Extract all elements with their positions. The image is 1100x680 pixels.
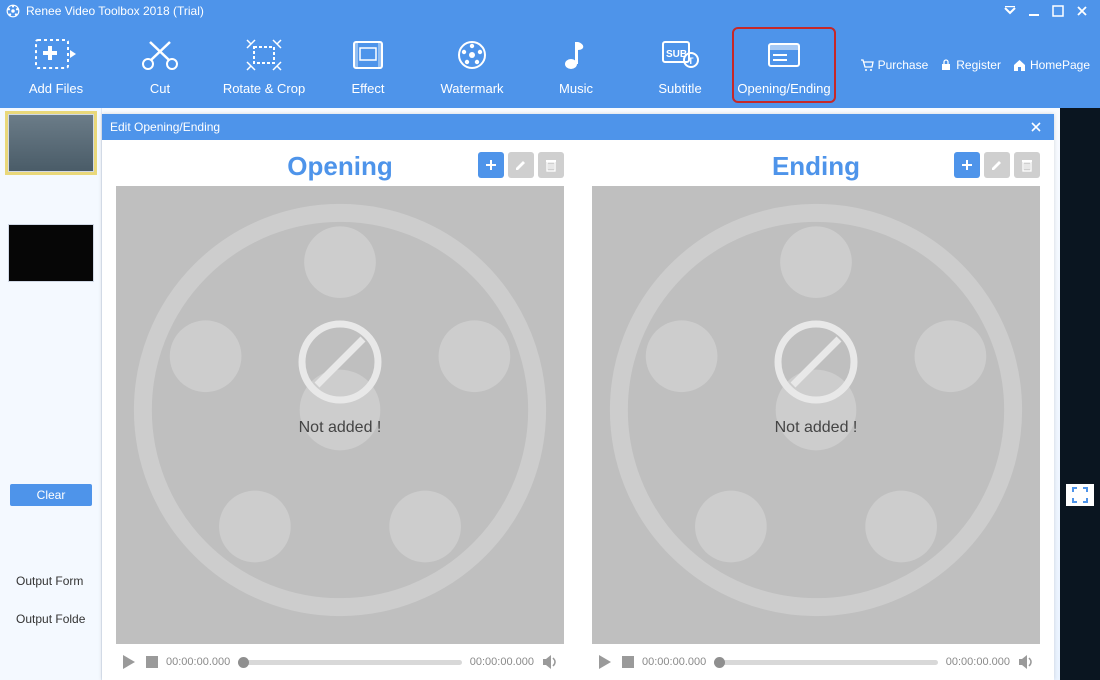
opening-ending-label: Opening/Ending — [737, 81, 830, 96]
opening-play-button[interactable] — [120, 653, 138, 671]
output-folder-label: Output Folde — [16, 612, 85, 626]
workspace: Clear Output Form Output Folde Edit Open… — [0, 108, 1100, 680]
modal-title: Edit Opening/Ending — [110, 120, 220, 134]
clear-button[interactable]: Clear — [10, 484, 92, 506]
opening-delete-button[interactable] — [538, 152, 564, 178]
clip-list-panel: Clear Output Form Output Folde — [0, 108, 102, 680]
add-files-label: Add Files — [29, 81, 83, 96]
maximize-button[interactable] — [1046, 0, 1070, 22]
purchase-link[interactable]: Purchase — [860, 58, 929, 72]
ending-stop-button[interactable] — [622, 656, 634, 668]
effect-label: Effect — [351, 81, 384, 96]
cart-icon — [860, 59, 874, 71]
subtitle-icon: SUBT — [661, 35, 699, 75]
modal-close-button[interactable] — [1026, 121, 1046, 133]
app-logo-icon — [6, 4, 20, 18]
opening-placeholder: Not added ! — [299, 419, 382, 437]
register-link[interactable]: Register — [940, 58, 1001, 72]
output-labels: Output Form Output Folde — [16, 574, 85, 650]
ending-placeholder: Not added ! — [775, 419, 858, 437]
rotate-crop-label: Rotate & Crop — [223, 81, 305, 96]
main-toolbar: Add Files Cut Rotate & Crop Effect Water… — [0, 22, 1100, 108]
titlebar: Renee Video Toolbox 2018 (Trial) — [0, 0, 1100, 22]
modal-body: Opening Not added ! — [102, 140, 1054, 680]
opening-time-end: 00:00:00.000 — [470, 656, 534, 668]
music-button[interactable]: Music — [524, 27, 628, 103]
clear-label: Clear — [37, 488, 66, 502]
clip-thumbnail-2[interactable] — [8, 224, 94, 282]
ending-controls: 00:00:00.000 00:00:00.000 — [592, 644, 1040, 680]
modal-titlebar: Edit Opening/Ending — [102, 114, 1054, 140]
opening-ending-button[interactable]: Opening/Ending — [732, 27, 836, 103]
opening-preview: Not added ! — [116, 186, 564, 644]
add-files-button[interactable]: Add Files — [4, 27, 108, 103]
cut-label: Cut — [150, 81, 170, 96]
music-label: Music — [559, 81, 593, 96]
minimize-button[interactable] — [1022, 0, 1046, 22]
subtitle-label: Subtitle — [658, 81, 701, 96]
opening-time-start: 00:00:00.000 — [166, 656, 230, 668]
cut-button[interactable]: Cut — [108, 27, 212, 103]
output-format-label: Output Form — [16, 574, 85, 588]
opening-ending-icon — [765, 35, 803, 75]
watermark-label: Watermark — [440, 81, 503, 96]
ending-seek-slider[interactable] — [714, 660, 938, 665]
ending-delete-button[interactable] — [1014, 152, 1040, 178]
rotate-crop-icon — [245, 35, 283, 75]
ending-time-start: 00:00:00.000 — [642, 656, 706, 668]
close-button[interactable] — [1070, 0, 1094, 22]
ending-play-button[interactable] — [596, 653, 614, 671]
menu-dropdown-button[interactable] — [998, 0, 1022, 22]
svg-text:T: T — [688, 56, 694, 66]
ending-volume-button[interactable] — [1018, 654, 1036, 670]
register-label: Register — [956, 58, 1001, 72]
opening-edit-button[interactable] — [508, 152, 534, 178]
header-links: Purchase Register HomePage — [860, 58, 1096, 72]
opening-add-button[interactable] — [478, 152, 504, 178]
effect-button[interactable]: Effect — [316, 27, 420, 103]
fullscreen-button[interactable] — [1066, 484, 1094, 506]
lock-icon — [940, 59, 952, 71]
home-icon — [1013, 59, 1026, 71]
opening-pane: Opening Not added ! — [116, 146, 564, 680]
preview-strip — [1060, 108, 1100, 680]
watermark-icon — [454, 35, 490, 75]
opening-seek-slider[interactable] — [238, 660, 462, 665]
ending-time-end: 00:00:00.000 — [946, 656, 1010, 668]
homepage-label: HomePage — [1030, 58, 1090, 72]
opening-controls: 00:00:00.000 00:00:00.000 — [116, 644, 564, 680]
homepage-link[interactable]: HomePage — [1013, 58, 1090, 72]
music-icon — [561, 35, 591, 75]
opening-stop-button[interactable] — [146, 656, 158, 668]
rotate-crop-button[interactable]: Rotate & Crop — [212, 27, 316, 103]
edit-opening-ending-modal: Edit Opening/Ending Opening — [102, 114, 1054, 680]
no-entry-icon — [773, 319, 859, 405]
purchase-label: Purchase — [878, 58, 929, 72]
opening-volume-button[interactable] — [542, 654, 560, 670]
ending-edit-button[interactable] — [984, 152, 1010, 178]
add-files-icon — [34, 35, 78, 75]
no-entry-icon — [297, 319, 383, 405]
subtitle-button[interactable]: SUBT Subtitle — [628, 27, 732, 103]
app-title: Renee Video Toolbox 2018 (Trial) — [26, 4, 204, 18]
watermark-button[interactable]: Watermark — [420, 27, 524, 103]
ending-add-button[interactable] — [954, 152, 980, 178]
ending-preview: Not added ! — [592, 186, 1040, 644]
ending-pane: Ending Not added ! — [592, 146, 1040, 680]
scissors-icon — [140, 35, 180, 75]
clip-thumbnail-1[interactable] — [8, 114, 94, 172]
effect-icon — [350, 35, 386, 75]
